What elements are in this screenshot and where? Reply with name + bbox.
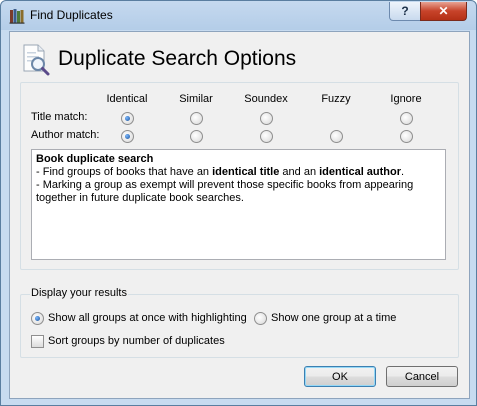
display-results-legend: Display your results <box>30 287 128 299</box>
column-header-identical: Identical <box>106 93 148 105</box>
description-line-2: - Marking a group as exempt will prevent… <box>36 179 414 204</box>
title-identical-radio[interactable] <box>121 112 134 125</box>
title-soundex-radio[interactable] <box>260 112 273 125</box>
description-line-1: - Find groups of books that have an iden… <box>36 166 405 178</box>
window-title: Find Duplicates <box>30 8 113 22</box>
author-similar-radio[interactable] <box>190 130 203 143</box>
column-header-similar: Similar <box>179 93 213 105</box>
help-button[interactable]: ? <box>389 2 421 21</box>
author-match-label: Author match: <box>31 129 100 141</box>
close-icon: ✕ <box>438 4 449 18</box>
title-match-label: Title match: <box>31 111 88 123</box>
column-header-soundex: Soundex <box>244 93 288 105</box>
title-similar-radio[interactable] <box>190 112 203 125</box>
title-ignore-radio[interactable] <box>400 112 413 125</box>
description-heading: Book duplicate search <box>36 153 154 165</box>
sort-groups-checkbox[interactable] <box>31 335 44 348</box>
author-identical-radio[interactable] <box>121 130 134 143</box>
sort-groups-label[interactable]: Sort groups by number of duplicates <box>48 335 225 347</box>
display-results-group <box>20 294 459 358</box>
title-bar[interactable]: Find Duplicates ? ✕ <box>1 1 476 30</box>
show-all-groups-label[interactable]: Show all groups at once with highlightin… <box>48 312 247 324</box>
show-one-group-label[interactable]: Show one group at a time <box>271 312 396 324</box>
author-fuzzy-radio[interactable] <box>330 130 343 143</box>
page-title: Duplicate Search Options <box>58 47 297 70</box>
show-all-groups-radio[interactable] <box>31 312 44 325</box>
author-ignore-radio[interactable] <box>400 130 413 143</box>
column-header-fuzzy: Fuzzy <box>321 93 351 105</box>
close-button[interactable]: ✕ <box>420 2 467 21</box>
author-soundex-radio[interactable] <box>260 130 273 143</box>
ok-button[interactable]: OK <box>304 366 376 387</box>
match-options-panel: Identical Similar Soundex Fuzzy Ignore T… <box>20 82 459 270</box>
column-header-ignore: Ignore <box>390 93 422 105</box>
show-one-group-radio[interactable] <box>254 312 267 325</box>
books-app-icon <box>9 9 25 24</box>
dialog-client-area: Duplicate Search Options Identical Simil… <box>9 31 470 399</box>
dialog-window: Find Duplicates ? ✕ Duplicate Search Opt… <box>0 0 477 406</box>
description-box: Book duplicate search - Find groups of b… <box>31 149 446 260</box>
cancel-button[interactable]: Cancel <box>386 366 458 387</box>
document-search-icon <box>23 44 50 76</box>
